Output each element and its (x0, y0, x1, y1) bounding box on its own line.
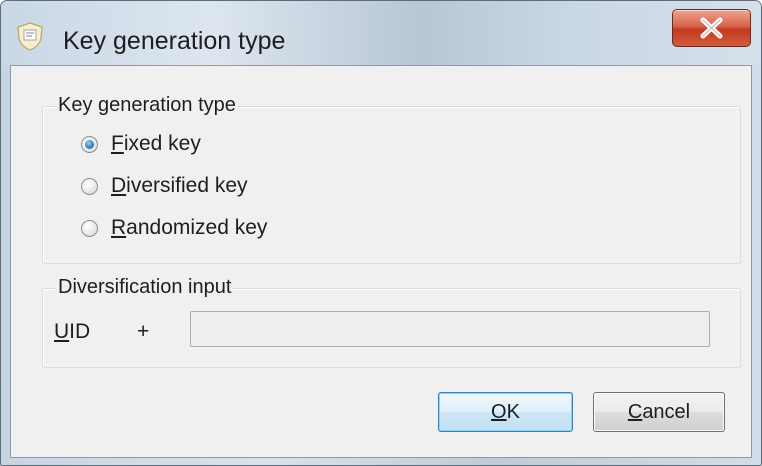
plus-label: + (137, 320, 150, 343)
cancel-button[interactable]: Cancel (593, 392, 725, 432)
close-button[interactable] (672, 9, 751, 47)
fixed-key-label: Fixed key (111, 132, 201, 155)
key-generation-group-label: Key generation type (56, 94, 238, 116)
ok-button[interactable]: OK (438, 392, 573, 432)
fixed-key-radio-option[interactable]: Fixed key (81, 130, 201, 158)
randomized-key-radio-option[interactable]: Randomized key (81, 214, 267, 242)
diversified-key-radio-option[interactable]: Diversified key (81, 172, 248, 200)
diversification-group-label: Diversification input (56, 276, 234, 298)
randomized-key-label: Randomized key (111, 216, 268, 239)
diversified-key-radio[interactable] (81, 177, 98, 195)
fixed-key-radio[interactable] (81, 135, 98, 153)
title-bar[interactable]: Key generation type (1, 1, 761, 65)
window-title: Key generation type (63, 27, 286, 55)
uid-label: UID (54, 320, 91, 343)
randomized-key-radio[interactable] (81, 219, 98, 237)
close-icon (700, 17, 723, 39)
diversified-key-label: Diversified key (111, 174, 248, 197)
diversification-input-field[interactable] (190, 311, 710, 347)
dialog-window: Key generation type Key generation type … (0, 0, 762, 466)
shield-app-icon (17, 22, 43, 51)
dialog-client-area: Key generation type Fixed key Diversifie… (10, 65, 752, 458)
